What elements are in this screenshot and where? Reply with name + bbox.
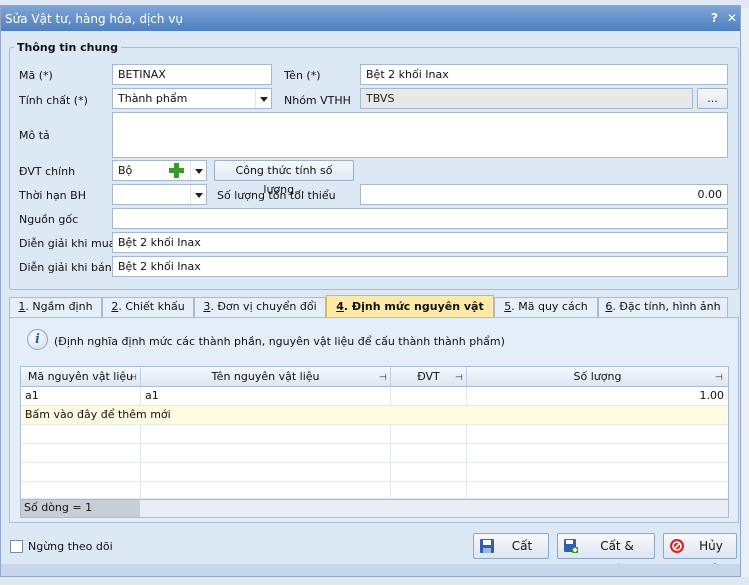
col-header-ma-label: Mã nguyên vật liệu — [27, 370, 134, 383]
col-header-soluong[interactable]: Số lượng ⊣ — [467, 367, 728, 387]
diengiaimua-input[interactable]: Bệt 2 khối Inax — [112, 232, 728, 253]
tab-3-label: . Đơn vị chuyển đổi — [210, 300, 317, 313]
dialog-titlebar[interactable]: Sửa Vật tư, hàng hóa, dịch vụ ? ✕ — [1, 6, 740, 31]
nguongoc-input[interactable] — [112, 208, 728, 229]
general-info-legend: Thông tin chung — [14, 41, 122, 54]
grid-header: Mã nguyên vật liệu ⊣ Tên nguyên vật liệu… — [21, 367, 728, 387]
ngung-theo-doi-checkbox[interactable] — [10, 540, 23, 553]
tab-5-label: . Mã quy cách — [511, 300, 588, 313]
pin-icon[interactable]: ⊣ — [715, 369, 723, 388]
tab-2-label: . Chiết khấu — [118, 300, 185, 313]
tab-don-vi-chuyen-doi[interactable]: 3. Đơn vị chuyển đổi — [194, 297, 326, 317]
empty-cell — [391, 482, 467, 499]
add-new-row-label: Bấm vào đây để thêm mới — [25, 408, 171, 421]
mota-textarea[interactable] — [112, 112, 728, 158]
cong-thuc-button[interactable]: Công thức tính số lượng... — [214, 160, 354, 196]
empty-cell — [141, 482, 391, 499]
col-header-ma[interactable]: Mã nguyên vật liệu ⊣ — [21, 367, 141, 387]
thoihan-dropdown-icon[interactable] — [190, 185, 206, 204]
diengiaimua-label: Diễn giải khi mua — [19, 237, 116, 250]
save-new-icon — [564, 539, 578, 553]
grid-footer: Số dòng = 1 — [21, 499, 728, 517]
diengiaiban-input[interactable]: Bệt 2 khối Inax — [112, 256, 728, 277]
tab-4-num: 4 — [336, 300, 344, 313]
close-button[interactable]: ✕ — [727, 11, 737, 25]
edit-item-dialog: Sửa Vật tư, hàng hóa, dịch vụ ? ✕ Thông … — [0, 5, 741, 577]
nhom-browse-button[interactable]: ... — [697, 88, 728, 109]
dialog-title: Sửa Vật tư, hàng hóa, dịch vụ — [5, 12, 184, 26]
save-and-new-button[interactable]: Cất & Thêm — [557, 533, 655, 577]
tab-6-label: . Đặc tính, hình ảnh — [612, 300, 721, 313]
empty-cell — [21, 463, 141, 482]
save-icon — [480, 539, 494, 553]
empty-cell — [21, 444, 141, 463]
mota-label: Mô tả — [19, 129, 50, 142]
col-header-dvt-label: ĐVT — [417, 370, 440, 383]
pin-icon[interactable]: ⊣ — [379, 369, 387, 388]
nguongoc-label: Nguồn gốc — [19, 213, 79, 226]
col-header-dvt[interactable]: ĐVT ⊣ — [391, 367, 467, 387]
cell-ten[interactable]: a1 — [141, 387, 391, 406]
empty-cell — [21, 425, 141, 444]
soluongton-label: Số lượng tồn tối thiểu — [217, 189, 336, 202]
col-header-ten-label: Tên nguyên vật liệu — [211, 370, 320, 383]
empty-row — [21, 444, 728, 463]
cell-dvt[interactable] — [391, 387, 467, 406]
tab-chiet-khau[interactable]: 2. Chiết khấu — [102, 297, 194, 317]
ngung-theo-doi-label: Ngừng theo dõi — [28, 540, 113, 553]
empty-cell — [141, 425, 391, 444]
cell-soluong[interactable]: 1.00 — [467, 387, 728, 406]
help-button[interactable]: ? — [711, 11, 718, 25]
tinhchat-dropdown-icon[interactable] — [255, 89, 271, 108]
ten-label: Tên (*) — [284, 69, 321, 82]
empty-cell — [391, 444, 467, 463]
tab-dinh-muc-nguyen-vat-lieu[interactable]: 4. Định mức nguyên vật liệu — [326, 295, 494, 334]
ten-input[interactable]: Bệt 2 khối Inax — [360, 64, 728, 85]
tab-ngam-dinh[interactable]: 1. Ngầm định — [9, 297, 102, 317]
ma-input[interactable]: BETINAX — [112, 64, 272, 85]
empty-row — [21, 463, 728, 482]
dvt-label: ĐVT chính — [19, 165, 76, 178]
pin-icon[interactable]: ⊣ — [455, 369, 463, 388]
tab-ma-quy-cach[interactable]: 5. Mã quy cách — [494, 297, 598, 317]
cancel-icon — [670, 539, 684, 553]
empty-row — [21, 482, 728, 499]
cell-ma[interactable]: a1 — [21, 387, 141, 406]
empty-cell — [141, 444, 391, 463]
thoihan-label: Thời hạn BH — [19, 189, 86, 202]
col-header-ten[interactable]: Tên nguyên vật liệu ⊣ — [141, 367, 391, 387]
add-unit-plus-icon[interactable] — [168, 162, 185, 179]
empty-cell — [391, 425, 467, 444]
ma-label: Mã (*) — [19, 69, 53, 82]
row-count: Số dòng = 1 — [21, 500, 140, 517]
tab-1-label: . Ngầm định — [25, 300, 93, 313]
cancel-button[interactable]: Hủy bỏ — [663, 533, 737, 577]
tinhchat-label: Tính chất (*) — [19, 94, 88, 107]
info-icon: i — [27, 329, 48, 350]
tinhchat-select[interactable]: Thành phẩm — [112, 88, 272, 109]
save-label: Cất — [511, 539, 533, 553]
materials-grid: Mã nguyên vật liệu ⊣ Tên nguyên vật liệu… — [20, 366, 729, 518]
col-header-soluong-label: Số lượng — [573, 370, 622, 383]
table-row[interactable]: a1 a1 1.00 — [21, 387, 728, 406]
dvt-dropdown-icon[interactable] — [190, 161, 206, 180]
info-text: (Định nghĩa định mức các thành phần, ngu… — [54, 335, 505, 348]
soluongton-input[interactable]: 0.00 — [360, 184, 728, 205]
save-button[interactable]: Cất — [473, 533, 549, 559]
background-app-edge — [741, 8, 749, 577]
empty-cell — [391, 463, 467, 482]
empty-row — [21, 425, 728, 444]
tab-dac-tinh-hinh-anh[interactable]: 6. Đặc tính, hình ảnh — [598, 297, 728, 317]
dialog-status-strip — [1, 564, 740, 576]
nhom-label: Nhóm VTHH — [284, 94, 351, 107]
diengiaiban-label: Diễn giải khi bán — [19, 261, 112, 274]
empty-cell — [141, 463, 391, 482]
pin-icon[interactable]: ⊣ — [129, 369, 137, 388]
nhom-input[interactable]: TBVS — [360, 88, 693, 109]
tab-panel-dinh-muc: i (Định nghĩa định mức các thành phần, n… — [9, 317, 739, 523]
add-new-row[interactable]: Bấm vào đây để thêm mới — [21, 406, 728, 425]
empty-cell — [21, 482, 141, 499]
detail-tabs: 1. Ngầm định 2. Chiết khấu 3. Đơn vị chu… — [9, 295, 739, 334]
